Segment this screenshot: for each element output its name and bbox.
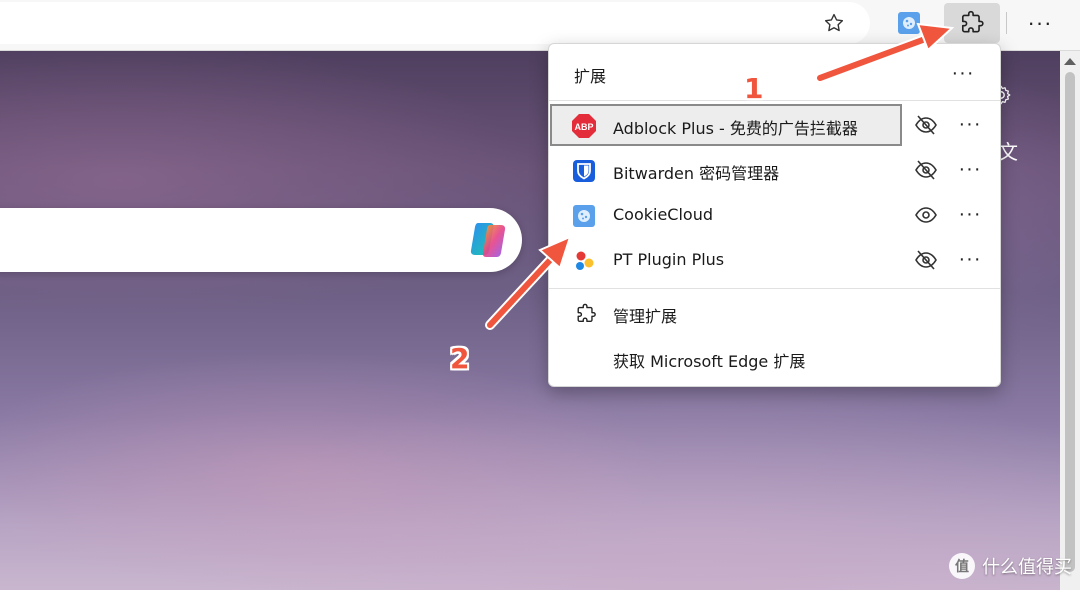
abp-icon: ABP: [571, 113, 597, 139]
extension-name: Adblock Plus - 免费的广告拦截器: [613, 119, 858, 138]
get-extensions-label: 获取 Microsoft Edge 扩展: [613, 352, 806, 371]
extension-more-button[interactable]: ···: [953, 155, 987, 183]
extension-row-cookiecloud[interactable]: CookieCloud ···: [549, 194, 1000, 236]
extension-more-button[interactable]: ···: [953, 110, 987, 138]
extension-row-bitwarden[interactable]: Bitwarden 密码管理器 ···: [549, 149, 1000, 191]
hidden-eye-icon[interactable]: [913, 248, 939, 272]
settings-more-button[interactable]: ···: [1020, 8, 1060, 38]
scroll-up-arrow-icon[interactable]: [1064, 58, 1076, 65]
visible-eye-icon[interactable]: [913, 203, 939, 227]
svg-text:值: 值: [955, 558, 969, 575]
manage-extensions-item[interactable]: 管理扩展: [549, 293, 1000, 333]
extension-name: CookieCloud: [613, 205, 714, 224]
svg-text:ABP: ABP: [574, 122, 593, 132]
flyout-title: 扩展: [574, 67, 607, 86]
puzzle-icon: [961, 10, 984, 33]
search-box[interactable]: [0, 208, 522, 272]
bitwarden-icon: [571, 158, 597, 184]
extension-more-button[interactable]: ···: [953, 245, 987, 273]
annotation-number-2: 2: [450, 342, 470, 375]
annotation-number-1: 1: [744, 72, 764, 105]
smzdm-logo-icon: 值: [949, 553, 975, 579]
manage-extensions-label: 管理扩展: [613, 307, 678, 326]
star-outline-icon: [824, 13, 844, 32]
extension-name: PT Plugin Plus: [613, 250, 725, 269]
flyout-divider: [549, 288, 1000, 289]
cookiecloud-icon: [898, 12, 920, 34]
scrollbar-thumb[interactable]: [1065, 72, 1075, 572]
extension-name: Bitwarden 密码管理器: [613, 164, 780, 183]
flyout-more-button[interactable]: ···: [945, 60, 981, 86]
address-bar[interactable]: [0, 2, 870, 44]
watermark-text: 什么值得买: [982, 557, 1072, 578]
ptpp-icon: [571, 248, 597, 274]
extension-row-adblock-plus[interactable]: ABP Adblock Plus - 免费的广告拦截器 ···: [549, 104, 1000, 146]
hidden-eye-icon[interactable]: [913, 113, 939, 137]
flyout-divider: [549, 100, 1000, 101]
puzzle-icon: [573, 301, 599, 327]
extensions-button[interactable]: [944, 3, 1000, 43]
extension-more-button[interactable]: ···: [953, 200, 987, 228]
cookiecloud-icon: [571, 203, 597, 229]
page-language-text: 文: [998, 140, 1018, 164]
hidden-eye-icon[interactable]: [913, 158, 939, 182]
copilot-icon[interactable]: [468, 221, 510, 259]
favorite-button[interactable]: [818, 8, 850, 38]
extensions-flyout: 扩展 ··· ABP Adblock Plus - 免费的广告拦截器 ··· B…: [548, 43, 1001, 387]
cookiecloud-toolbar-button[interactable]: [896, 10, 922, 36]
toolbar-divider: [1006, 12, 1007, 34]
extension-row-pt-plugin-plus[interactable]: PT Plugin Plus ···: [549, 239, 1000, 281]
watermark: 值 什么值得买: [948, 550, 1072, 582]
get-edge-extensions-item[interactable]: 获取 Microsoft Edge 扩展: [549, 338, 1000, 378]
